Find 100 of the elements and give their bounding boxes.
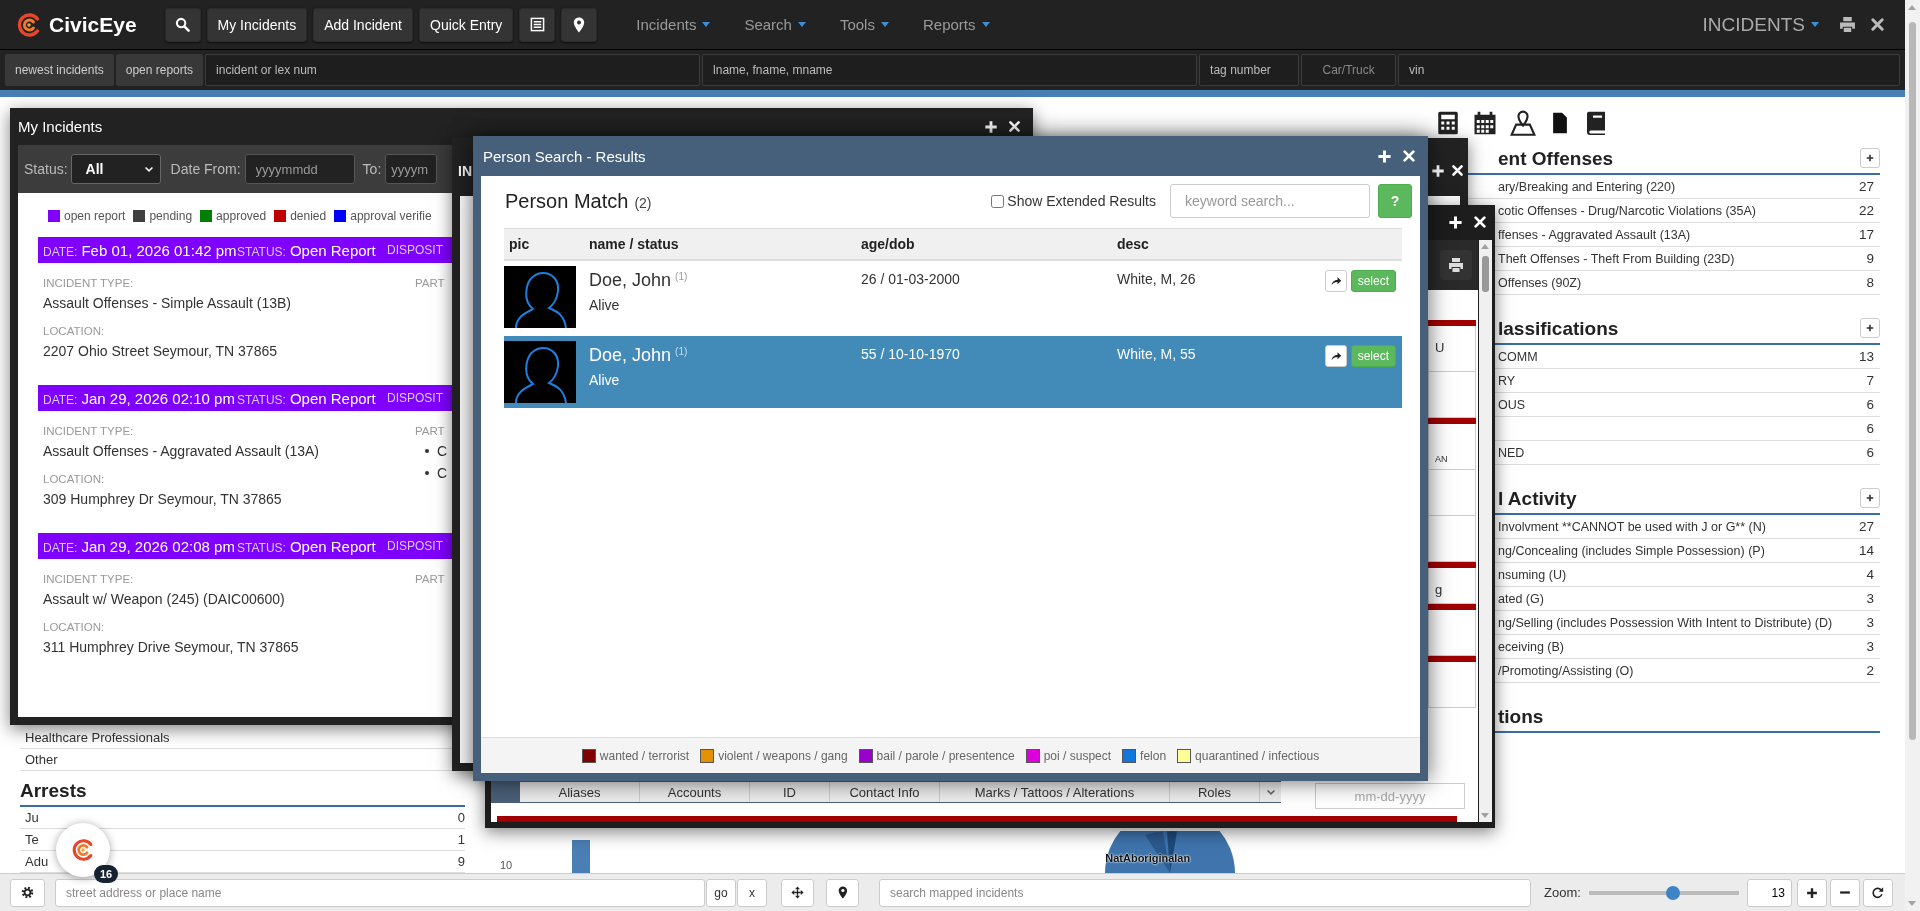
maximize-button[interactable] bbox=[1448, 215, 1463, 230]
search-field[interactable]: lname, fname, mname bbox=[702, 54, 1198, 86]
map-button[interactable] bbox=[561, 7, 598, 42]
field-label: STATUS: bbox=[237, 540, 286, 555]
field-label: Date From: bbox=[170, 161, 241, 177]
add-button[interactable] bbox=[1860, 318, 1880, 338]
add-button[interactable] bbox=[1860, 488, 1880, 508]
count: 6 bbox=[1866, 445, 1874, 460]
print-button[interactable] bbox=[1839, 16, 1856, 33]
tab[interactable]: Contact Info bbox=[830, 782, 940, 802]
search-button[interactable] bbox=[164, 7, 201, 42]
incident-header-bar[interactable]: DATE: Feb 01, 2026 01:42 pmSTATUS: Open Report DISPOSIT bbox=[38, 237, 452, 263]
add-button[interactable] bbox=[1860, 148, 1880, 168]
field-label: INCIDENT TYPE: bbox=[43, 573, 135, 585]
locate-button[interactable] bbox=[826, 878, 859, 907]
person-name[interactable]: Doe, John bbox=[589, 270, 672, 291]
nav-button[interactable]: My Incidents bbox=[206, 7, 308, 42]
category-label: Other bbox=[25, 752, 58, 767]
plus-icon bbox=[1448, 215, 1463, 230]
field-label: PART bbox=[415, 425, 446, 437]
tab[interactable]: Roles bbox=[1170, 782, 1260, 802]
plus-icon bbox=[1805, 886, 1818, 899]
date-field[interactable]: mm-dd-yyyy bbox=[1315, 783, 1465, 809]
calendar-icon bbox=[1473, 111, 1497, 135]
incident-header-bar[interactable]: DATE: Jan 29, 2026 02:10 pm STATUS: Open Report DISPOSIT bbox=[38, 385, 452, 411]
zoom-in-button[interactable] bbox=[1796, 878, 1827, 907]
incident-location: 311 Humphrey Drive Seymour, TN 37865 bbox=[43, 639, 300, 655]
module-menu[interactable]: INCIDENTS bbox=[1702, 13, 1819, 36]
printer-icon bbox=[1839, 16, 1856, 33]
center-map-button[interactable] bbox=[781, 878, 814, 907]
map-search-field[interactable]: search mapped incidents bbox=[879, 878, 1531, 907]
plus-icon bbox=[1377, 148, 1392, 164]
date-from-field[interactable]: yyyymmdd bbox=[244, 154, 355, 184]
column-header: desc bbox=[1117, 236, 1150, 252]
menu-button[interactable]: Search bbox=[727, 16, 823, 33]
count: 2 bbox=[1866, 663, 1874, 678]
count: 13 bbox=[1858, 349, 1874, 364]
tab[interactable]: ID bbox=[750, 782, 830, 802]
close-button[interactable] bbox=[1870, 17, 1885, 32]
legend-label: felon bbox=[1140, 748, 1167, 763]
close-button[interactable] bbox=[1473, 215, 1487, 230]
incident-header-bar[interactable]: DATE: Jan 29, 2026 02:08 pm STATUS: Open Report DISPOSIT bbox=[38, 533, 452, 559]
plus-icon bbox=[984, 119, 998, 134]
chat-button[interactable] bbox=[56, 823, 110, 877]
scrollbar[interactable] bbox=[1479, 240, 1492, 822]
share-button[interactable] bbox=[1324, 270, 1347, 292]
quick-search-button[interactable]: open reports bbox=[115, 54, 204, 86]
slider-thumb[interactable] bbox=[1665, 885, 1680, 900]
maximize-button[interactable] bbox=[1377, 148, 1392, 164]
nav-button[interactable]: Quick Entry bbox=[419, 7, 514, 42]
zoom-label: Zoom: bbox=[1544, 885, 1581, 900]
category-label: ated (G) bbox=[1498, 591, 1544, 606]
tab-menu-button[interactable] bbox=[1260, 782, 1281, 802]
menu-button[interactable]: Incidents bbox=[619, 16, 728, 33]
status-select[interactable]: All bbox=[70, 154, 161, 184]
quick-search-button[interactable]: newest incidents bbox=[5, 54, 114, 86]
incident-type: Assault Offenses - Simple Assault (13B) bbox=[43, 295, 292, 311]
zoom-out-button[interactable] bbox=[1829, 878, 1860, 907]
go-button[interactable]: go bbox=[706, 878, 736, 907]
caret-icon bbox=[880, 22, 889, 27]
tab[interactable]: Accounts bbox=[640, 782, 750, 802]
search-field[interactable]: vin bbox=[1398, 54, 1900, 86]
incident-type: Assault Offenses - Aggravated Assault (13A) bbox=[43, 443, 320, 459]
close-icon bbox=[1451, 164, 1464, 177]
incident-status: Open Report bbox=[289, 389, 376, 407]
extended-results-checkbox[interactable] bbox=[991, 194, 1005, 208]
settings-icon bbox=[21, 886, 34, 899]
settings-button[interactable] bbox=[10, 878, 45, 907]
category-label: Te bbox=[25, 832, 39, 847]
close-button[interactable] bbox=[1008, 119, 1021, 134]
zoom-field[interactable]: 13 bbox=[1746, 878, 1792, 907]
menu-button[interactable]: Tools bbox=[822, 16, 906, 33]
list-icon bbox=[529, 17, 545, 32]
tab[interactable]: Marks / Tattoos / Alterations bbox=[940, 782, 1170, 802]
category-label: eceiving (B) bbox=[1498, 639, 1564, 654]
list-button[interactable] bbox=[519, 7, 556, 42]
maximize-button[interactable] bbox=[1431, 164, 1445, 178]
refresh-button[interactable] bbox=[1862, 878, 1893, 907]
search-field[interactable]: tag number bbox=[1199, 54, 1300, 86]
clear-button[interactable]: x bbox=[737, 878, 767, 907]
keyword-search-field[interactable]: keyword search... bbox=[1170, 184, 1370, 218]
window-title: My Incidents bbox=[18, 118, 103, 135]
share-button[interactable] bbox=[1324, 345, 1347, 367]
person-name[interactable]: Doe, John bbox=[589, 345, 672, 366]
close-button[interactable] bbox=[1402, 148, 1416, 164]
close-button[interactable] bbox=[1451, 164, 1464, 178]
tab[interactable]: Aliases bbox=[520, 782, 640, 802]
vehicle-type-select[interactable]: Car/Truck bbox=[1301, 54, 1397, 86]
address-field[interactable]: street address or place name bbox=[55, 878, 705, 907]
close-icon bbox=[1473, 215, 1487, 229]
search-field[interactable]: incident or lex num bbox=[205, 54, 701, 86]
result-row[interactable]: Doe, John (1) Alive 55 / 10-10-1970 White, M, 55 select bbox=[504, 336, 1402, 411]
count: 1 bbox=[457, 832, 465, 847]
checkbox-label: Show Extended Results bbox=[1007, 193, 1156, 209]
maximize-button[interactable] bbox=[984, 119, 998, 134]
nav-button[interactable]: Add Incident bbox=[313, 7, 413, 42]
print-button[interactable] bbox=[1440, 250, 1472, 280]
menu-button[interactable]: Reports bbox=[905, 16, 1007, 33]
date-to-field[interactable]: yyyym bbox=[385, 154, 438, 184]
incident-date: Jan 29, 2026 02:10 pm bbox=[81, 389, 235, 407]
